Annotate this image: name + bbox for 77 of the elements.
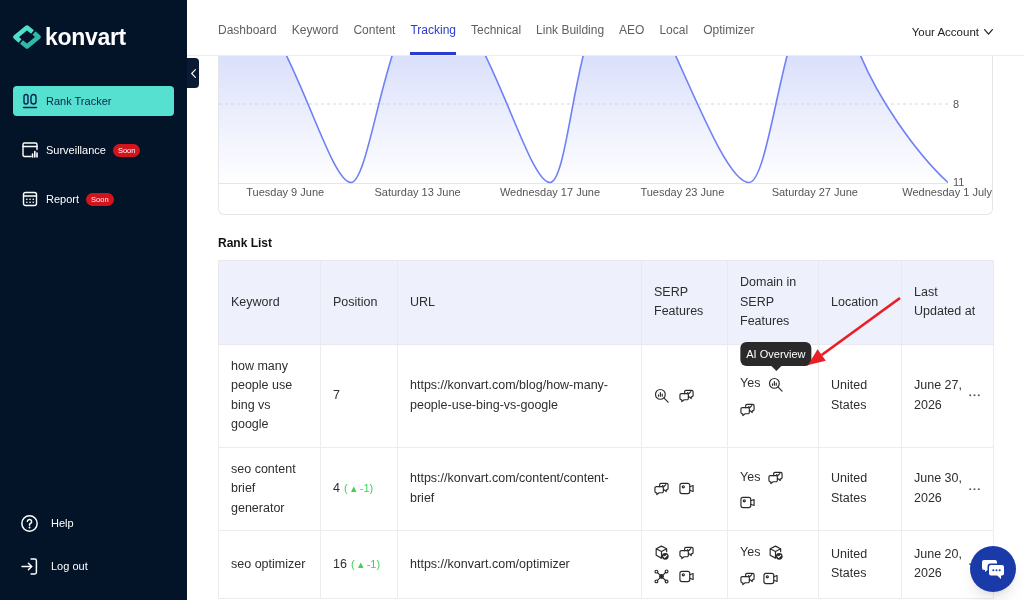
- sidebar-link[interactable]: Help: [0, 508, 74, 538]
- video-camera-icon: [763, 570, 778, 586]
- magnifier-chart-icon: [768, 376, 784, 392]
- video-camera-icon: [679, 481, 694, 497]
- position-value: 7: [333, 387, 340, 402]
- table-cell: United States: [818, 447, 902, 531]
- updated-date: June 27, 2026: [914, 377, 963, 414]
- table-cell: how many people use bing vs google: [218, 344, 321, 447]
- axis-label: Saturday 27 June: [771, 187, 858, 198]
- chat-bubbles-icon: [679, 544, 694, 560]
- account-menu[interactable]: Your Account: [911, 25, 993, 39]
- logout-icon: [21, 557, 38, 575]
- nav-tab[interactable]: Content: [353, 19, 396, 55]
- table-cell: seo optimizer: [218, 530, 321, 598]
- more-icon[interactable]: [969, 487, 980, 490]
- chat-button[interactable]: [970, 546, 1016, 592]
- nav-tab[interactable]: Local: [659, 19, 689, 55]
- position-change: ( ▴ -1): [350, 557, 381, 570]
- table-cell: seo content brief generator: [218, 447, 321, 531]
- help-icon: [21, 514, 38, 532]
- position-value: 4: [333, 481, 340, 495]
- box-check-icon: [654, 544, 669, 560]
- axis-label: Tuesday 23 June: [640, 187, 725, 198]
- position-change: ( ▴ -1): [343, 482, 374, 494]
- column-header: URL: [397, 260, 642, 344]
- domain-status: Yes: [740, 544, 761, 561]
- position-value: 16: [333, 556, 347, 571]
- updated-date: June 30, 2026: [914, 470, 963, 507]
- section-title: Rank List: [218, 236, 272, 250]
- nav-tab[interactable]: Keyword: [291, 19, 339, 55]
- box-check-icon: [768, 545, 784, 561]
- collapse-button[interactable]: [187, 58, 199, 88]
- bars-icon: [22, 93, 38, 109]
- column-header: Domain in SERP Features: [727, 260, 819, 344]
- axis-label: Saturday 13 June: [374, 187, 461, 198]
- axis-label: 8: [953, 99, 960, 110]
- video-camera-icon: [679, 568, 694, 584]
- chevron-down-icon: [984, 29, 993, 35]
- nav-tab[interactable]: Dashboard: [218, 19, 277, 55]
- domain-status: Yes: [740, 375, 761, 393]
- chat-icon: [982, 559, 1004, 579]
- tooltip: AI Overview: [740, 341, 812, 371]
- table-cell: https://konvart.com/blog/how-many-people-use-bing-vs-google: [397, 344, 642, 447]
- column-header: Last Updated at: [901, 260, 994, 344]
- network-icon: [654, 568, 669, 584]
- axis-label: Tuesday 9 June: [246, 187, 325, 198]
- column-header: Location: [818, 260, 902, 344]
- table-cell: https://konvart.com/optimizer: [397, 530, 642, 598]
- nav-tab[interactable]: AEO: [619, 19, 645, 55]
- nav-tab[interactable]: Technical: [471, 19, 522, 55]
- axis-label: Wednesday 17 June: [499, 187, 600, 198]
- window-chart-icon: [22, 142, 38, 158]
- nav-tab[interactable]: Optimizer: [703, 19, 755, 55]
- axis-label: Wednesday 1 July: [902, 187, 992, 198]
- updated-date: June 20, 2026: [914, 545, 963, 583]
- chat-bubbles-icon: [740, 570, 755, 586]
- chat-bubbles-icon: [740, 401, 755, 417]
- column-header: Position: [320, 260, 398, 344]
- chevron-left-icon: [190, 68, 196, 78]
- table-cell: United States: [818, 530, 902, 598]
- chat-bubbles-icon: [679, 388, 694, 403]
- axis-label: 11: [953, 177, 965, 188]
- diamond-logo-icon: [13, 25, 41, 49]
- logo-text: konvart: [45, 24, 126, 50]
- nav-tab[interactable]: Link Building: [536, 19, 605, 55]
- chat-bubbles-icon: [768, 469, 784, 485]
- table-cell: https://konvart.com/content/content-brief: [397, 447, 642, 531]
- more-icon[interactable]: [969, 394, 980, 397]
- chat-bubbles-icon: [654, 481, 669, 497]
- domain-status: Yes: [740, 468, 761, 486]
- calendar-icon: [22, 191, 38, 207]
- sidebar-item[interactable]: Rank Tracker: [13, 86, 174, 116]
- magnifier-chart-icon: [654, 388, 669, 403]
- column-header: SERP Features: [641, 260, 728, 344]
- video-camera-icon: [740, 495, 755, 510]
- sidebar-link[interactable]: Log out: [0, 551, 88, 581]
- column-header: Keyword: [218, 260, 321, 344]
